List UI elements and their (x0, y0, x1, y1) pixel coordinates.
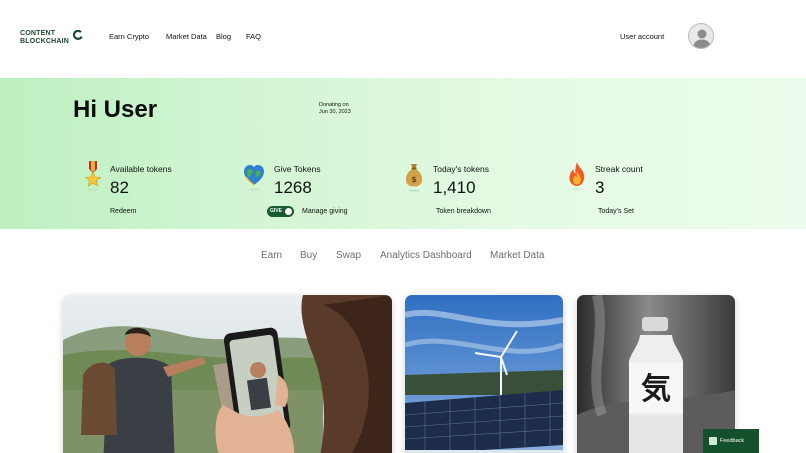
feedback-button[interactable]: Feedback (703, 429, 759, 453)
logo-line1: CONTENT (20, 30, 56, 37)
svg-text:$: $ (411, 175, 417, 184)
logo[interactable]: CONTENT BLOCKCHAIN (20, 30, 83, 46)
user-silhouette-icon (693, 29, 711, 48)
donating-label: Donating on (319, 102, 349, 108)
tab-swap[interactable]: Swap (336, 250, 361, 261)
money-bag-icon: $ (405, 164, 423, 192)
tab-earn[interactable]: Earn (261, 250, 282, 261)
manage-giving-link[interactable]: Manage giving (302, 208, 348, 215)
card-image-phone-filming (63, 295, 392, 453)
top-header: CONTENT BLOCKCHAIN Earn Crypto Market Da… (0, 0, 806, 78)
tab-analytics-dashboard[interactable]: Analytics Dashboard (380, 250, 472, 261)
hero-banner: Hi User (0, 78, 806, 229)
todays-tokens-value: 1,410 (433, 178, 476, 197)
toggle-knob (285, 208, 292, 215)
nav-blog[interactable]: Blog (216, 32, 231, 41)
nav-earn-crypto[interactable]: Earn Crypto (109, 32, 149, 41)
tab-buy[interactable]: Buy (300, 250, 317, 261)
fire-icon (569, 162, 585, 191)
give-toggle[interactable]: GIVE (267, 206, 294, 217)
card-image-wind-solar (405, 295, 563, 453)
todays-tokens-label: Today's tokens (433, 164, 489, 174)
available-tokens-label: Available tokens (110, 164, 172, 174)
content-card-video[interactable] (63, 295, 392, 453)
logo-line2: BLOCKCHAIN (20, 38, 70, 45)
logo-mark-icon (73, 30, 83, 40)
avatar[interactable] (688, 23, 714, 49)
give-tokens-label: Give Tokens (274, 164, 321, 174)
donating-date: Donating on Jun 30, 2023 (319, 102, 351, 115)
nav-faq[interactable]: FAQ (246, 32, 261, 41)
user-account-link[interactable]: User account (620, 32, 664, 41)
redeem-link[interactable]: Redeem (110, 208, 136, 215)
give-tokens-value: 1268 (274, 178, 312, 197)
content-card-renewables[interactable] (405, 295, 563, 453)
donating-date-value: Jun 30, 2023 (319, 108, 351, 115)
feedback-label: Feedback (720, 438, 745, 444)
tab-market-data[interactable]: Market Data (490, 250, 544, 261)
greeting-title: Hi User (73, 96, 158, 123)
medal-icon (84, 161, 102, 191)
give-toggle-label: GIVE (270, 208, 282, 214)
heart-globe-icon (244, 165, 264, 191)
streak-count-value: 3 (595, 178, 605, 197)
todays-set-link[interactable]: Today's Set (598, 208, 634, 215)
svg-text:気: 気 (641, 372, 671, 407)
nav-market-data[interactable]: Market Data (166, 32, 207, 41)
available-tokens-value: 82 (110, 178, 129, 197)
feedback-icon (709, 437, 717, 445)
streak-count-label: Streak count (595, 164, 643, 174)
token-breakdown-link[interactable]: Token breakdown (436, 208, 491, 215)
